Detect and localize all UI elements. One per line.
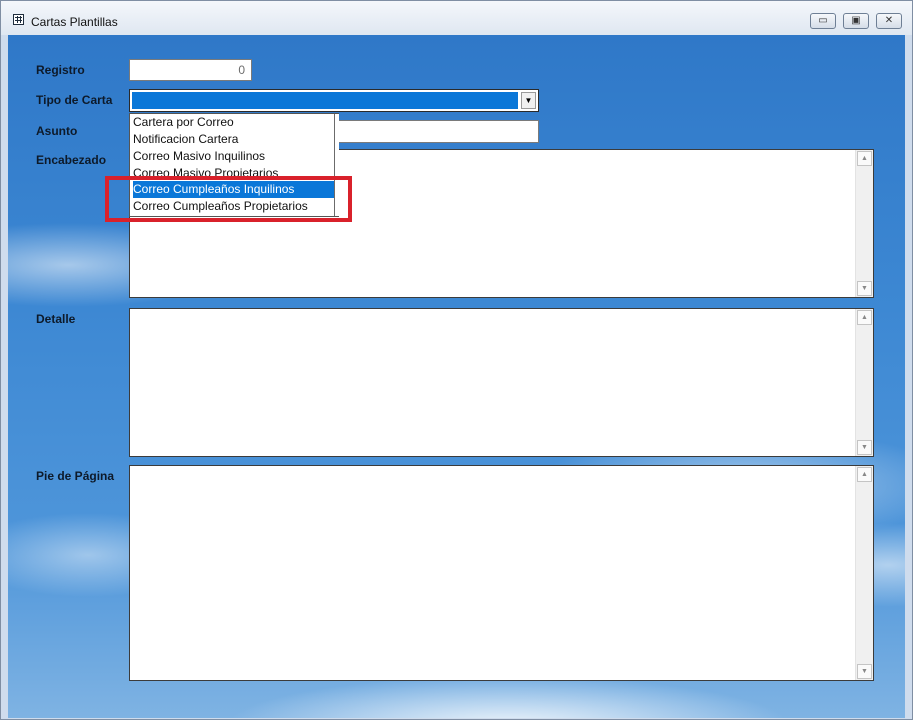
detalle-textarea[interactable]: ▲ ▼	[129, 308, 874, 457]
scroll-up-icon[interactable]: ▲	[857, 467, 872, 482]
scroll-up-icon[interactable]: ▲	[857, 310, 872, 325]
pie-pagina-textarea[interactable]: ▲ ▼	[129, 465, 874, 681]
dropdown-option[interactable]: Correo Masivo Inquilinos	[133, 148, 337, 165]
highlight-annotation-box	[105, 176, 352, 222]
form-area: Registro 0 Tipo de Carta ▼ Asunto Encabe…	[8, 35, 905, 718]
scroll-down-icon[interactable]: ▼	[857, 664, 872, 679]
pie-pagina-label: Pie de Página	[36, 469, 115, 483]
pie-pagina-scrollbar[interactable]: ▲ ▼	[855, 466, 873, 680]
encabezado-label: Encabezado	[36, 153, 107, 167]
calendar-grid-icon	[13, 14, 24, 25]
dropdown-option[interactable]: Notificacion Cartera	[133, 131, 337, 148]
dropdown-option[interactable]: Cartera por Correo	[133, 114, 337, 131]
tipo-carta-select[interactable]: ▼	[129, 89, 539, 112]
dropdown-option[interactable]: Correo Masivo Propietarios	[133, 165, 337, 176]
scroll-up-icon[interactable]: ▲	[857, 151, 872, 166]
tipo-carta-selected-value	[132, 92, 518, 109]
title-bar[interactable]: Cartas Plantillas ▭ ▣ ✕	[1, 1, 912, 35]
cartas-plantillas-window: Cartas Plantillas ▭ ▣ ✕ Registro 0 Tipo …	[0, 0, 913, 720]
scroll-down-icon[interactable]: ▼	[857, 281, 872, 296]
registro-field[interactable]: 0	[129, 59, 252, 81]
detalle-scrollbar[interactable]: ▲ ▼	[855, 309, 873, 456]
chevron-down-icon[interactable]: ▼	[521, 92, 536, 109]
maximize-button[interactable]: ▣	[843, 13, 869, 29]
registro-label: Registro	[36, 63, 85, 77]
close-button[interactable]: ✕	[876, 13, 902, 29]
encabezado-scrollbar[interactable]: ▲ ▼	[855, 150, 873, 297]
window-title: Cartas Plantillas	[31, 15, 118, 29]
detalle-label: Detalle	[36, 312, 76, 326]
tipo-carta-label: Tipo de Carta	[36, 93, 113, 107]
minimize-button[interactable]: ▭	[810, 13, 836, 29]
asunto-label: Asunto	[36, 124, 78, 138]
scroll-down-icon[interactable]: ▼	[857, 440, 872, 455]
